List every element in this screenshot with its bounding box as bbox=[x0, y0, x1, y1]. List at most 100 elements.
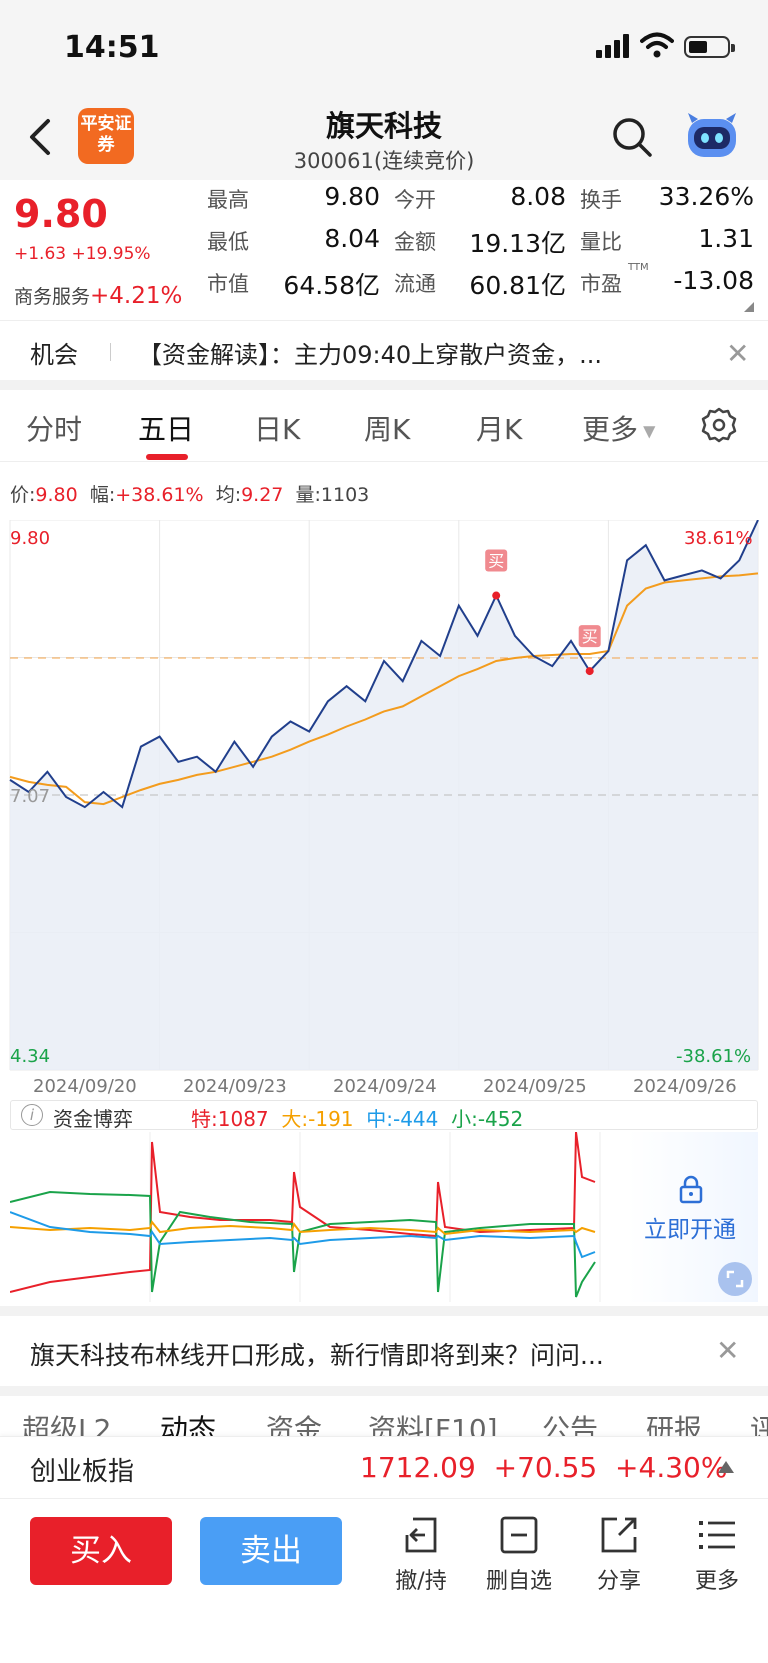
stock-code: 300061(连续竞价) bbox=[293, 149, 475, 173]
tab-f10[interactable]: 资料[F10] bbox=[368, 1408, 498, 1436]
x-tick-label: 2024/09/26 bbox=[633, 1076, 737, 1097]
more-button[interactable]: 更多 bbox=[672, 1513, 762, 1595]
remove-watchlist-button[interactable]: 删自选 bbox=[474, 1513, 564, 1595]
info-vol: 1103 bbox=[320, 484, 370, 506]
flow-zhong: -444 bbox=[392, 1107, 439, 1131]
info-avg-label: 均: bbox=[215, 484, 242, 506]
detail-tabs: 超级L2 动态 资金 资料[F10] 公告 研报 评 bbox=[0, 1396, 768, 1436]
y-label-bottom: 4.34 bbox=[10, 1046, 51, 1067]
close-icon[interactable]: ✕ bbox=[726, 337, 749, 370]
info-price-label: 价: bbox=[10, 484, 36, 506]
more-label: 更多 bbox=[694, 1569, 739, 1594]
withdraw-icon bbox=[405, 1517, 437, 1553]
buy-badge-label: 买 bbox=[488, 552, 504, 571]
amount-value: 19.13亿 bbox=[469, 229, 566, 258]
y-label-bottom-pct: -38.61% bbox=[676, 1046, 752, 1067]
flow-xiao-label: 小: bbox=[451, 1107, 478, 1131]
low-value: 8.04 bbox=[324, 224, 380, 253]
close-icon[interactable]: ✕ bbox=[716, 1334, 739, 1367]
buy-button[interactable]: 买入 bbox=[30, 1517, 172, 1585]
float-value: 60.81亿 bbox=[469, 271, 566, 300]
fund-flow-title: 资金博弈 bbox=[53, 1107, 133, 1131]
search-icon[interactable] bbox=[608, 113, 656, 161]
tab-more[interactable]: 更多 ▼ bbox=[582, 408, 655, 448]
tab-announcements[interactable]: 公告 bbox=[542, 1408, 598, 1436]
tab-research[interactable]: 研报 bbox=[646, 1408, 702, 1436]
gear-icon[interactable] bbox=[700, 406, 738, 444]
promo-banner[interactable]: 旗天科技布林线开口形成，新行情即将到来？问问... ✕ bbox=[0, 1316, 768, 1386]
turnover-label: 换手 bbox=[580, 188, 622, 212]
flow-te-label: 特: bbox=[191, 1107, 218, 1131]
flow-blue-line bbox=[10, 1211, 596, 1259]
tab-more-sub[interactable]: 评 bbox=[750, 1408, 768, 1436]
index-value: 1712.09 bbox=[360, 1451, 476, 1484]
divider bbox=[0, 380, 768, 390]
expand-corner-icon[interactable] bbox=[744, 302, 754, 312]
index-bar[interactable]: 创业板指 1712.09 +70.55 +4.30% bbox=[0, 1436, 768, 1498]
lock-icon bbox=[679, 1175, 703, 1204]
chart-tabs: 分时 五日 日K 周K 月K 更多 ▼ bbox=[0, 390, 768, 462]
info-icon[interactable]: i bbox=[21, 1104, 43, 1126]
open-label: 今开 bbox=[394, 188, 436, 212]
nav-bar: 平安证券 旗天科技 300061(连续竞价) bbox=[0, 95, 768, 180]
x-tick-label: 2024/09/20 bbox=[33, 1076, 137, 1097]
remove-watchlist-label: 删自选 bbox=[485, 1569, 552, 1594]
status-time: 14:51 bbox=[64, 30, 160, 65]
sector-label: 商务服务 bbox=[14, 286, 91, 308]
robot-assistant-icon[interactable] bbox=[682, 109, 742, 163]
tab-news[interactable]: 动态 bbox=[160, 1408, 216, 1436]
info-price: 9.80 bbox=[35, 484, 78, 506]
index-name: 创业板指 bbox=[30, 1457, 135, 1487]
unlock-button[interactable]: 立即开通 bbox=[644, 1210, 736, 1244]
tab-funds[interactable]: 资金 bbox=[266, 1408, 322, 1436]
high-label: 最高 bbox=[207, 188, 249, 212]
tab-l2[interactable]: 超级L2 bbox=[22, 1408, 111, 1436]
info-amp: +38.61% bbox=[115, 484, 204, 506]
float-label: 流通 bbox=[394, 272, 436, 296]
promo-text[interactable]: 旗天科技布林线开口形成，新行情即将到来？问问... bbox=[30, 1336, 604, 1372]
tab-weekly-k[interactable]: 周K bbox=[364, 408, 410, 448]
back-icon[interactable] bbox=[22, 115, 62, 159]
index-pct: +4.30% bbox=[615, 1451, 728, 1484]
withdraw-button[interactable]: 撤/持 bbox=[376, 1513, 466, 1595]
remove-watchlist-icon bbox=[500, 1516, 538, 1554]
share-button[interactable]: 分享 bbox=[574, 1513, 664, 1595]
flow-xiao: -452 bbox=[477, 1107, 524, 1131]
tab-daily-k[interactable]: 日K bbox=[254, 408, 300, 448]
price-chart[interactable]: 买买 bbox=[0, 520, 768, 1080]
tab-monthly-k[interactable]: 月K bbox=[476, 408, 522, 448]
price-change: +1.63 +19.95% bbox=[14, 244, 151, 264]
tab-more-label: 更多 bbox=[582, 413, 639, 446]
y-label-top-pct: 38.61% bbox=[684, 528, 753, 549]
crosshair-info: 价:9.80 幅:+38.61% 均:9.27 量:1103 bbox=[10, 480, 369, 507]
wifi-icon bbox=[640, 32, 674, 58]
x-tick-label: 2024/09/25 bbox=[483, 1076, 587, 1097]
flow-da: -191 bbox=[308, 1107, 354, 1131]
tab-active-indicator bbox=[146, 454, 188, 460]
vol-ratio-label: 量比 bbox=[580, 230, 622, 254]
news-ticker[interactable]: 机会 【资金解读】：主力09:40上穿散户资金，... ✕ bbox=[0, 320, 768, 380]
flow-zhong-label: 中: bbox=[366, 1107, 393, 1131]
divider bbox=[0, 1306, 768, 1316]
share-icon bbox=[601, 1517, 637, 1553]
action-bar: 买入 卖出 撤/持 删自选 分享 更多 bbox=[0, 1498, 768, 1663]
broker-logo: 平安证券 bbox=[78, 108, 134, 164]
chevron-up-icon[interactable] bbox=[718, 1461, 734, 1473]
expand-icon[interactable] bbox=[718, 1262, 752, 1296]
tab-intraday[interactable]: 分时 bbox=[26, 408, 82, 448]
tab-five-day[interactable]: 五日 bbox=[138, 408, 194, 448]
fund-flow-header: i 资金博弈 特:1087 大:-191 中:-444 小:-452 bbox=[10, 1100, 758, 1132]
more-menu-icon bbox=[699, 1521, 735, 1549]
info-amp-label: 幅: bbox=[89, 484, 116, 506]
ticker-tag: 机会 bbox=[30, 341, 78, 369]
sell-button[interactable]: 卖出 bbox=[200, 1517, 342, 1585]
battery-icon bbox=[684, 36, 735, 58]
fund-flow-values: 特:1087 大:-191 中:-444 小:-452 bbox=[191, 1103, 523, 1132]
info-vol-label: 量: bbox=[295, 484, 321, 506]
sector-change[interactable]: 商务服务+4.21% bbox=[14, 282, 182, 309]
ticker-text[interactable]: 【资金解读】：主力09:40上穿散户资金，... bbox=[138, 335, 602, 370]
index-change: +70.55 bbox=[493, 1451, 598, 1484]
divider bbox=[0, 1386, 768, 1396]
share-label: 分享 bbox=[596, 1569, 641, 1594]
unlock-overlay[interactable]: 立即开通 bbox=[628, 1132, 758, 1302]
